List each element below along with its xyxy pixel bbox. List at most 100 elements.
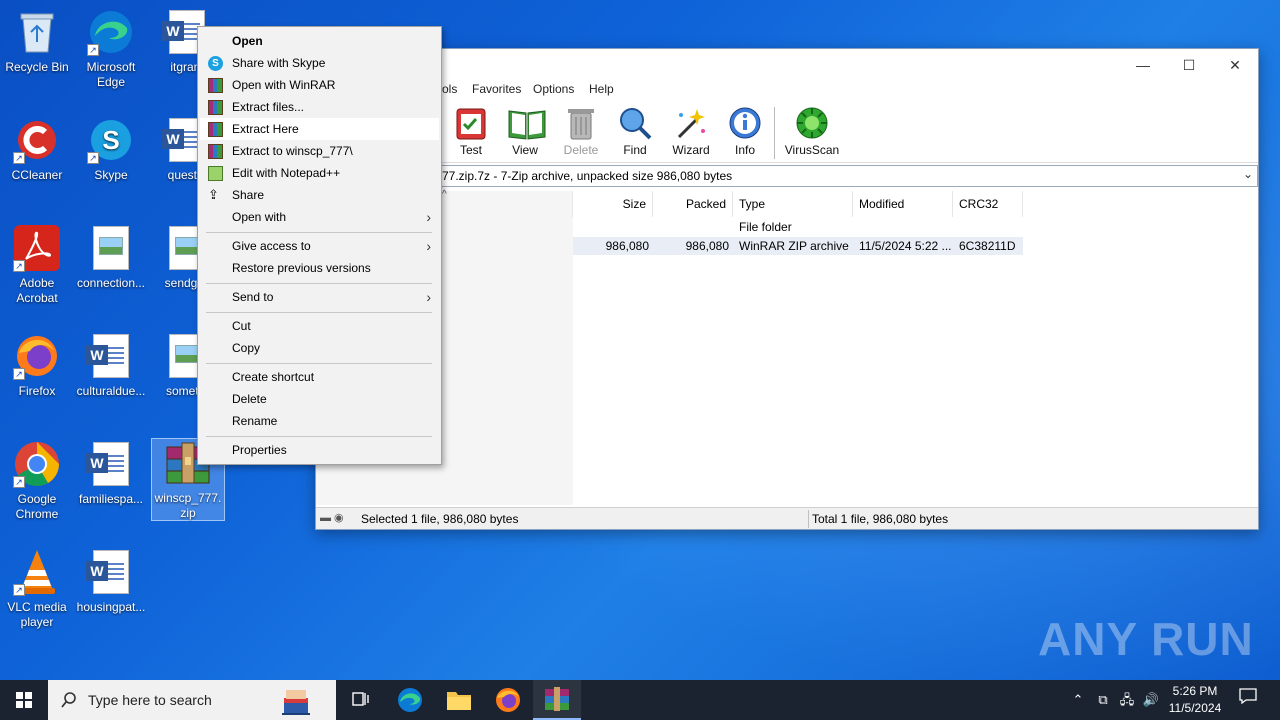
menu-item-give-access-to[interactable]: Give access to › <box>200 235 439 257</box>
desktop-icon-firefox[interactable]: ↗ Firefox <box>0 332 74 399</box>
status-selected: Selected 1 file, 986,080 bytes <box>361 512 519 526</box>
menu-separator <box>206 363 432 364</box>
delete-button[interactable]: Delete <box>553 105 609 157</box>
menu-item-extract-files[interactable]: Extract files... <box>200 96 439 118</box>
virusscan-button[interactable]: VirusScan <box>780 105 844 157</box>
desktop-icon-housingpat[interactable]: W housingpat... <box>74 548 148 615</box>
book-icon <box>507 105 546 141</box>
info-label: Info <box>734 143 755 157</box>
menu-item-restore-previous-versions[interactable]: Restore previous versions <box>200 257 439 279</box>
volume-icon[interactable]: 🔊 <box>1140 680 1162 720</box>
menu-item-share[interactable]: ⇪ Share <box>200 184 439 206</box>
taskbar-clock[interactable]: 5:26 PM 11/5/2024 <box>1166 683 1224 717</box>
title-bar[interactable]: — ☐ ✕ <box>316 49 1258 79</box>
find-button[interactable]: Find <box>607 105 663 157</box>
menu-item-extract-here[interactable]: Extract Here <box>200 118 439 140</box>
desktop-icon-vlc[interactable]: ↗ VLC media player <box>0 548 74 630</box>
firefox-icon <box>496 688 520 712</box>
desktop-icon-familiespa[interactable]: W familiespa... <box>74 440 148 507</box>
wizard-button[interactable]: Wizard <box>663 105 719 157</box>
taskbar-file-explorer[interactable] <box>435 680 483 720</box>
column-packed-header[interactable]: Packed <box>653 191 733 217</box>
column-type-header[interactable]: Type <box>733 191 853 217</box>
column-modified-header[interactable]: Modified <box>853 191 953 217</box>
virusscan-label: VirusScan <box>784 143 840 157</box>
menu-item-share-with-skype[interactable]: S Share with Skype <box>200 52 439 74</box>
info-button[interactable]: Info <box>717 105 773 157</box>
taskbar-search-box[interactable]: Type here to search <box>48 680 336 720</box>
edge-icon <box>398 688 422 712</box>
ccleaner-icon: ↗ <box>13 116 61 164</box>
menu-favorites[interactable]: Favorites <box>472 82 521 96</box>
menu-item-properties[interactable]: Properties <box>200 439 439 461</box>
drive-icon: ▬ ◉ <box>320 512 344 524</box>
test-icon <box>453 105 489 141</box>
menu-tools[interactable]: ols <box>442 82 457 96</box>
search-icon <box>61 692 76 708</box>
close-button[interactable]: ✕ <box>1212 53 1258 77</box>
archive-path-bar[interactable]: 77.zip.7z - 7-Zip archive, unpacked size… <box>316 165 1258 187</box>
menu-item-open-with-winrar[interactable]: Open with WinRAR <box>200 74 439 96</box>
row-1-type[interactable]: File folder <box>739 220 792 234</box>
menu-item-edit-with-notepadpp[interactable]: Edit with Notepad++ <box>200 162 439 184</box>
desktop-icon-label: Recycle Bin <box>5 60 69 74</box>
chevron-down-icon[interactable]: ⌄ <box>1243 167 1253 181</box>
show-hidden-icons-button[interactable]: ⌃ <box>1068 680 1088 720</box>
word-document-icon: W <box>86 332 135 380</box>
view-button[interactable]: View <box>497 105 553 157</box>
menu-item-open[interactable]: Open <box>200 30 439 52</box>
menu-help[interactable]: Help <box>589 82 614 96</box>
shortcut-arrow-icon: ↗ <box>13 260 25 272</box>
desktop-icon-label: housingpat... <box>76 600 146 614</box>
search-placeholder: Type here to search <box>88 692 212 708</box>
menu-item-create-shortcut[interactable]: Create shortcut <box>200 366 439 388</box>
acrobat-icon: ↗ <box>13 224 61 272</box>
task-view-button[interactable] <box>336 680 384 720</box>
folder-icon <box>447 692 471 710</box>
desktop-icon-ccleaner[interactable]: ↗ CCleaner <box>0 116 74 183</box>
column-crc32-header[interactable]: CRC32 <box>953 191 1023 217</box>
row-2-modified: 11/5/2024 5:22 ... <box>859 239 952 253</box>
desktop-icon-label: culturaldue... <box>76 384 146 398</box>
edge-icon: ↗ <box>87 8 135 56</box>
toolbar-separator <box>774 107 775 159</box>
network-icon[interactable]: 🖧 <box>1116 680 1138 720</box>
menu-item-open-with[interactable]: Open with › <box>200 206 439 228</box>
firefox-icon: ↗ <box>13 332 61 380</box>
menu-item-copy[interactable]: Copy <box>200 337 439 359</box>
context-menu[interactable]: Open S Share with Skype Open with WinRAR… <box>197 26 442 465</box>
status-total: Total 1 file, 986,080 bytes <box>812 512 949 526</box>
menu-bar: ols Favorites Options Help <box>316 79 1258 101</box>
shortcut-arrow-icon: ↗ <box>87 152 99 164</box>
desktop-icon-microsoft-edge[interactable]: ↗ Microsoft Edge <box>74 8 148 90</box>
maximize-button[interactable]: ☐ <box>1166 53 1212 77</box>
menu-item-delete[interactable]: Delete <box>200 388 439 410</box>
desktop-icon-connection[interactable]: connection... <box>74 224 148 291</box>
desktop-icon-culturaldue[interactable]: W culturaldue... <box>74 332 148 399</box>
desktop-icon-adobe-acrobat[interactable]: ↗ Adobe Acrobat <box>0 224 74 306</box>
start-button[interactable] <box>0 680 48 720</box>
notifications-button[interactable] <box>1232 680 1264 720</box>
menu-item-send-to[interactable]: Send to › <box>200 286 439 308</box>
taskbar-winrar[interactable] <box>533 680 581 720</box>
file-list[interactable]: ^ Size Packed Type Modified CRC32 File f… <box>316 189 1258 505</box>
menu-item-extract-to-folder[interactable]: Extract to winscp_777\ <box>200 140 439 162</box>
desktop-icon-recycle-bin[interactable]: Recycle Bin <box>0 8 74 75</box>
desktop-icon-skype[interactable]: S ↗ Skype <box>74 116 148 183</box>
test-button[interactable]: Test <box>443 105 499 157</box>
share-icon: ⇪ <box>208 187 219 202</box>
menu-item-rename[interactable]: Rename <box>200 410 439 432</box>
menu-options[interactable]: Options <box>533 82 574 96</box>
menu-item-cut[interactable]: Cut <box>200 315 439 337</box>
desktop-icon-label: Firefox <box>18 384 56 398</box>
column-size-header[interactable]: Size <box>573 191 653 217</box>
taskbar-edge[interactable] <box>386 680 434 720</box>
magic-wand-icon <box>673 105 709 141</box>
taskbar-firefox[interactable] <box>484 680 532 720</box>
notepadpp-icon <box>208 166 223 181</box>
minimize-button[interactable]: — <box>1120 53 1166 77</box>
winrar-window[interactable]: — ☐ ✕ ols Favorites Options Help Test Vi… <box>315 48 1259 530</box>
usb-device-icon[interactable]: ⧉ <box>1092 680 1114 720</box>
desktop-icon-google-chrome[interactable]: ↗ Google Chrome <box>0 440 74 522</box>
menu-separator <box>206 312 432 313</box>
